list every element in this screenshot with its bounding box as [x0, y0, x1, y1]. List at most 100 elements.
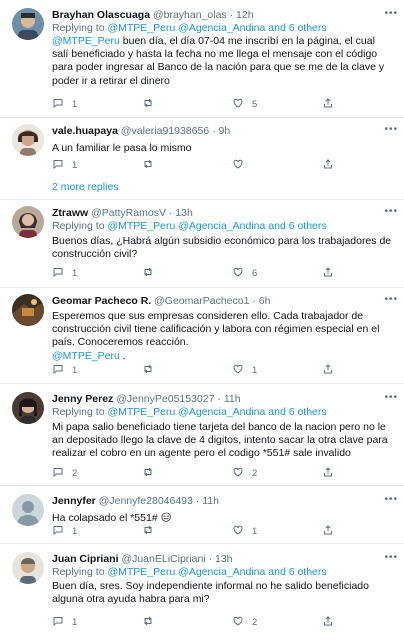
like-button[interactable]: 2	[232, 466, 257, 480]
user-name[interactable]: Geomar Pacheco R.	[52, 295, 151, 307]
replying-to-link[interactable]: @MTPE_Peru @Agencia_Andina and 6 others	[107, 220, 326, 232]
share-button[interactable]	[322, 97, 334, 111]
like-button[interactable]: 1	[232, 524, 257, 538]
reply-count: 1	[72, 364, 78, 376]
avatar[interactable]	[12, 206, 44, 238]
tweet-header: Jennyfer @Jennyfe28046493 · 11h	[52, 494, 394, 508]
action-bar: 1 5	[52, 97, 352, 111]
like-icon	[232, 363, 244, 378]
share-button[interactable]	[322, 363, 334, 377]
tweet-body: Esperemos que sus empresas consideren el…	[52, 310, 380, 349]
reply-button[interactable]: 1	[52, 615, 77, 629]
retweet-button[interactable]	[142, 97, 162, 111]
avatar[interactable]	[12, 494, 44, 526]
user-handle[interactable]: @JennyPe05153027	[116, 393, 214, 405]
avatar[interactable]	[12, 8, 44, 40]
avatar[interactable]	[12, 124, 44, 156]
replying-to-link[interactable]: @MTPE_Peru @Agencia_Andina and 6 others	[107, 22, 326, 34]
timestamp[interactable]: 12h	[236, 9, 254, 21]
tweet-card[interactable]: Brayhan Olascuaga @brayhan_olas · 12h Re…	[0, 0, 404, 118]
like-button[interactable]: 5	[232, 97, 257, 111]
reply-count: 1	[72, 98, 78, 110]
timestamp[interactable]: 6h	[259, 295, 271, 307]
share-button[interactable]	[322, 615, 334, 629]
reply-count: 1	[72, 159, 78, 171]
like-button[interactable]	[232, 158, 252, 172]
more-options-icon[interactable]: •••	[384, 294, 398, 305]
user-name[interactable]: Jennyfer	[52, 495, 96, 507]
user-handle[interactable]: @GeomarPacheco1	[154, 295, 249, 307]
reply-button[interactable]: 1	[52, 97, 77, 111]
like-button[interactable]: 2	[232, 615, 257, 629]
mention-link[interactable]: @MTPE_Peru	[52, 350, 120, 362]
action-bar: 2 2	[52, 466, 352, 480]
user-handle[interactable]: @valeria91938656	[121, 125, 209, 137]
user-name[interactable]: Juan Cipriani	[52, 553, 119, 565]
avatar[interactable]	[12, 294, 44, 326]
timestamp[interactable]: 9h	[219, 125, 231, 137]
tweet-card[interactable]: Geomar Pacheco R. @GeomarPacheco1 · 6h E…	[0, 288, 404, 384]
user-name[interactable]: Ztraww	[52, 207, 88, 219]
tweet-card[interactable]: vale.huapaya @valeria91938656 · 9h A un …	[0, 118, 404, 200]
share-button[interactable]	[322, 158, 334, 172]
tweet-card[interactable]: Jennyfer @Jennyfe28046493 · 11h Ha colap…	[0, 486, 404, 544]
replying-to-link[interactable]: @MTPE_Peru @Agencia_Andina and 6 others	[107, 566, 326, 578]
like-icon	[232, 466, 244, 481]
separator-dot: ·	[168, 207, 173, 219]
retweet-button[interactable]	[142, 266, 162, 280]
reply-icon	[52, 466, 64, 481]
tweet-text: Buenos días, ¿Habrá algún subsidio econó…	[52, 235, 392, 261]
tweet-card[interactable]: Ztraww @PattyRamosV · 13h Replying to @M…	[0, 200, 404, 288]
user-name[interactable]: Jenny Perez	[52, 393, 113, 405]
replying-to: Replying to @MTPE_Peru @Agencia_Andina a…	[52, 22, 394, 35]
share-icon	[322, 266, 334, 281]
tweet-text: Buen día, sres. Soy independiente inform…	[52, 580, 369, 606]
timestamp[interactable]: 13h	[215, 553, 233, 565]
retweet-button[interactable]	[142, 466, 162, 480]
timestamp[interactable]: 11h	[202, 495, 219, 507]
user-handle[interactable]: @JuanELiCipriani	[121, 553, 205, 565]
more-options-icon[interactable]: •••	[384, 124, 398, 135]
share-button[interactable]	[322, 466, 334, 480]
reply-button[interactable]: 1	[52, 524, 77, 538]
reply-button[interactable]: 2	[52, 466, 77, 480]
retweet-button[interactable]	[142, 363, 162, 377]
share-button[interactable]	[322, 524, 334, 538]
like-count: 1	[252, 525, 258, 537]
avatar[interactable]	[12, 392, 44, 424]
tweet-card[interactable]: Juan Cipriani @JuanELiCipriani · 13h Rep…	[0, 544, 404, 640]
reply-button[interactable]: 1	[52, 266, 77, 280]
user-name[interactable]: vale.huapaya	[52, 125, 118, 137]
user-handle[interactable]: @PattyRamosV	[91, 207, 166, 219]
retweet-button[interactable]	[142, 158, 162, 172]
reply-icon	[52, 363, 64, 378]
like-count: 2	[252, 616, 258, 628]
replying-to-link[interactable]: @MTPE_Peru @Agencia_Andina and 6 others	[107, 406, 326, 418]
share-button[interactable]	[322, 266, 334, 280]
tweet-card[interactable]: Jenny Perez @JennyPe05153027 · 11h Reply…	[0, 384, 404, 486]
more-options-icon[interactable]: •••	[384, 494, 398, 505]
user-handle[interactable]: @Jennyfe28046493	[99, 495, 193, 507]
like-button[interactable]: 1	[232, 363, 257, 377]
show-more-replies-link[interactable]: 2 more replies	[52, 181, 119, 193]
avatar[interactable]	[12, 552, 44, 584]
reply-count: 1	[72, 616, 78, 628]
timestamp[interactable]: 13h	[175, 207, 193, 219]
reply-icon	[52, 524, 64, 539]
more-options-icon[interactable]: •••	[384, 8, 398, 19]
more-options-icon[interactable]: •••	[384, 392, 398, 403]
user-handle[interactable]: @brayhan_olas	[153, 9, 227, 21]
reply-count: 1	[72, 525, 78, 537]
mention-link[interactable]: @MTPE_Peru	[52, 35, 120, 47]
more-options-icon[interactable]: •••	[384, 206, 398, 217]
tweet-header: Geomar Pacheco R. @GeomarPacheco1 · 6h	[52, 294, 394, 308]
reply-button[interactable]: 1	[52, 158, 77, 172]
like-button[interactable]: 6	[232, 266, 257, 280]
more-options-icon[interactable]: •••	[384, 552, 398, 563]
timestamp[interactable]: 11h	[224, 393, 241, 405]
user-name[interactable]: Brayhan Olascuaga	[52, 9, 150, 21]
share-icon	[322, 97, 334, 112]
reply-button[interactable]: 1	[52, 363, 77, 377]
retweet-button[interactable]	[142, 524, 162, 538]
retweet-button[interactable]	[142, 615, 162, 629]
